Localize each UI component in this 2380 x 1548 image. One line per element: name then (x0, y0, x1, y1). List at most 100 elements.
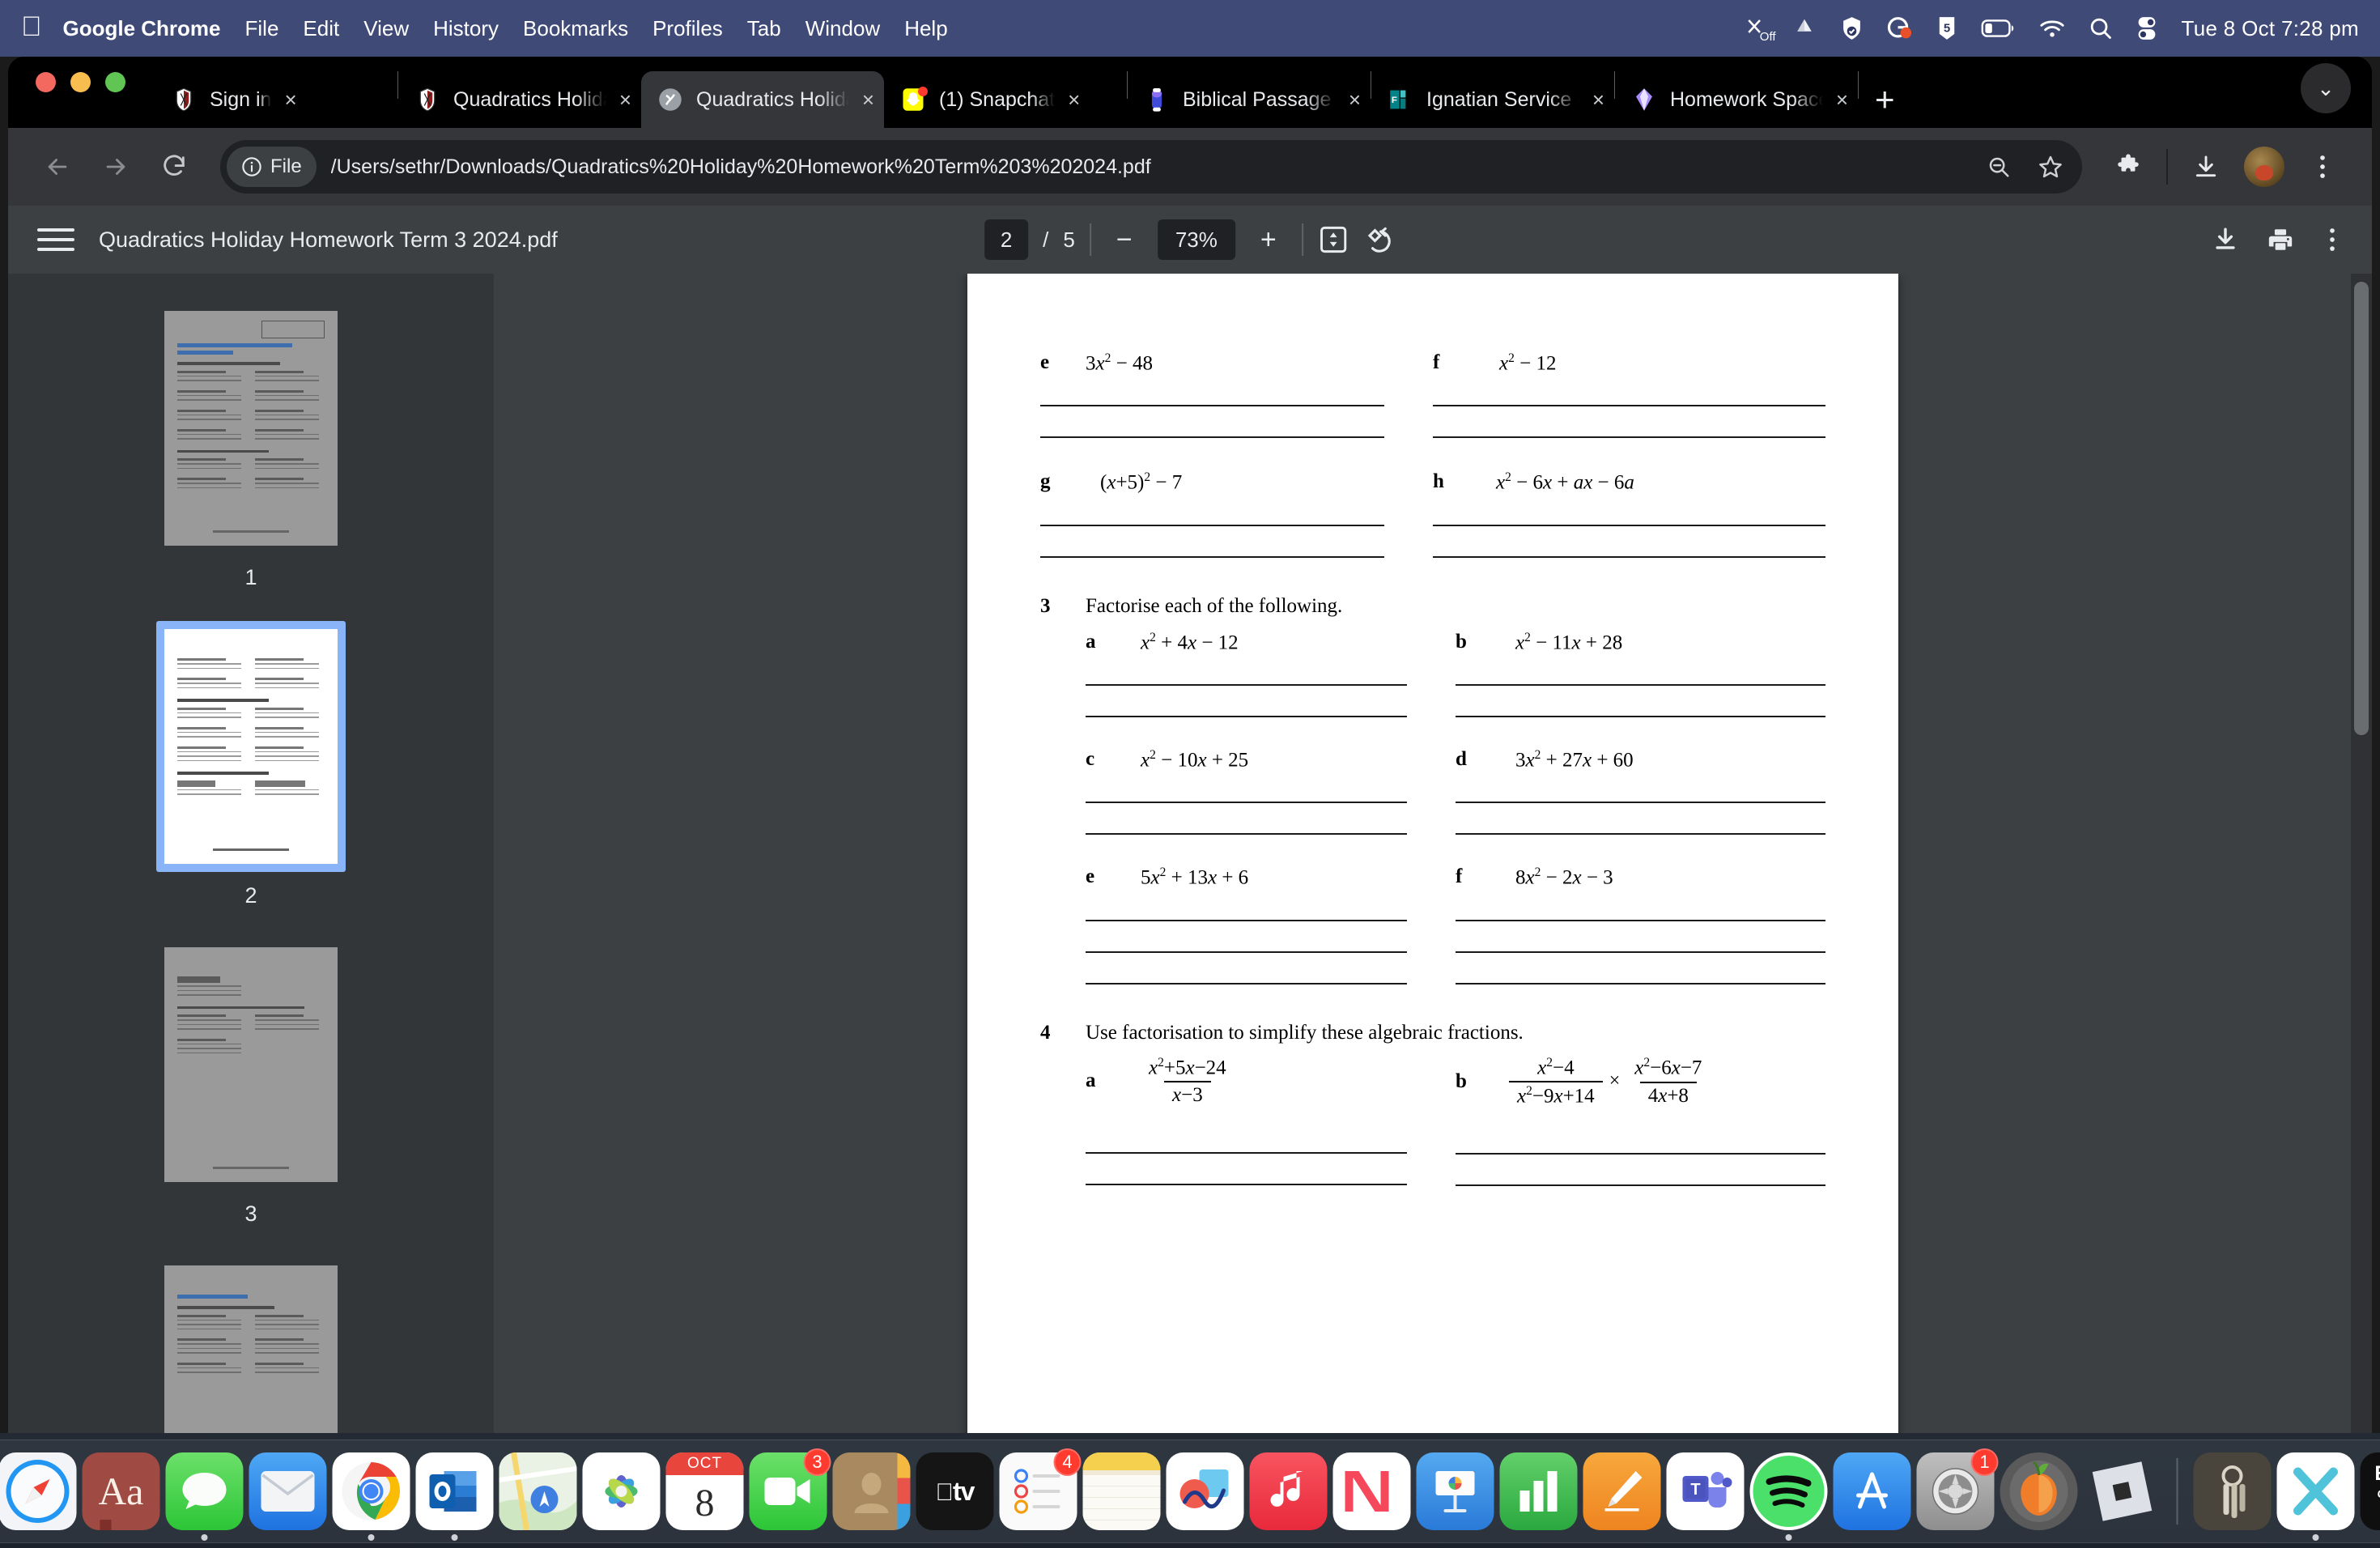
dock-item-keynote[interactable] (1416, 1452, 1494, 1530)
zoom-in-button[interactable]: + (1250, 226, 1287, 253)
dock-item-mail[interactable] (249, 1452, 327, 1530)
menu-history[interactable]: History (433, 16, 499, 41)
dock-item-xsplit[interactable] (2276, 1452, 2355, 1541)
answer-line[interactable] (1040, 555, 1384, 558)
print-icon[interactable] (2267, 226, 2294, 253)
menu-bookmarks[interactable]: Bookmarks (523, 16, 628, 41)
dock-item-chrome[interactable] (332, 1452, 410, 1541)
dock-item-calendar[interactable]: OCT 8 (665, 1452, 744, 1530)
tab-close-button[interactable]: × (862, 89, 874, 110)
menu-app-name[interactable]: Google Chrome (63, 16, 221, 41)
answer-line[interactable] (1086, 683, 1407, 686)
tab-ignatian-service[interactable]: F Ignatian Service - e × (1371, 71, 1614, 128)
answer-line[interactable] (1040, 436, 1384, 439)
tab-close-button[interactable]: × (284, 89, 296, 110)
dock-item-outlook[interactable] (415, 1452, 494, 1541)
menu-bar-clock[interactable]: Tue 8 Oct 7:28 pm (2182, 16, 2359, 41)
answer-line[interactable] (1456, 683, 1825, 686)
thumbnail-page-3[interactable]: 3 (156, 939, 346, 1227)
dock-item-epic-games[interactable]: EPIC GAMES (2360, 1452, 2380, 1530)
answer-line[interactable] (1086, 1151, 1407, 1154)
answer-line[interactable] (1040, 405, 1384, 407)
dock-item-apple-tv[interactable]: tv (916, 1452, 994, 1530)
dock-item-freeform[interactable] (1166, 1452, 1244, 1530)
tab-biblical-passage[interactable]: Biblical Passage An × (1128, 71, 1371, 128)
tab-quadratics-holiday-1[interactable]: Quadratics Holiday × (398, 71, 641, 128)
zoom-out-icon[interactable] (1975, 143, 2022, 190)
forward-arrow-icon[interactable] (91, 142, 141, 192)
zoom-level-display[interactable]: 73% (1157, 219, 1235, 260)
wifi-icon[interactable] (2039, 19, 2065, 38)
dock-item-app-store[interactable] (1833, 1452, 1911, 1530)
fit-to-page-icon[interactable] (1318, 224, 1349, 255)
dock-item-photos[interactable] (582, 1452, 661, 1530)
dock-item-numbers[interactable] (1499, 1452, 1578, 1530)
dock-item-messages[interactable] (165, 1452, 244, 1541)
answer-line[interactable] (1456, 1153, 1825, 1155)
answer-line[interactable] (1086, 1183, 1407, 1185)
apple-menu-icon[interactable]:  (21, 13, 42, 40)
menu-help[interactable]: Help (904, 16, 947, 41)
zoom-out-button[interactable]: − (1106, 226, 1143, 253)
tab-search-chevron-down-icon[interactable]: ⌄ (2301, 63, 2351, 113)
answer-line[interactable] (1456, 982, 1825, 985)
minimize-window-button[interactable] (70, 71, 91, 92)
answer-line[interactable] (1456, 1184, 1825, 1187)
screen-mirroring-off-icon[interactable]: Off (1744, 16, 1776, 44)
dock-item-maps[interactable] (499, 1452, 577, 1530)
extensions-puzzle-icon[interactable] (2103, 142, 2153, 192)
control-center-icon[interactable] (2136, 16, 2157, 40)
thumbnail-page-4[interactable]: 4 (156, 1257, 346, 1433)
dock-item-spotify[interactable] (1749, 1452, 1828, 1541)
sololearn-icon[interactable]: 5 (1937, 16, 1957, 40)
star-icon[interactable] (2027, 143, 2074, 190)
answer-line[interactable] (1433, 555, 1825, 558)
pdf-document-area[interactable]: e 3x2 − 48 f x2 − 12 g (x+5)2 − 7 h x2 −… (494, 274, 2372, 1433)
three-dot-menu-icon[interactable] (2297, 142, 2348, 192)
thumbnail-page-2[interactable]: 2 (156, 621, 346, 908)
answer-line[interactable] (1086, 833, 1407, 836)
tab-close-button[interactable]: × (1349, 89, 1361, 110)
tab-close-button[interactable]: × (1592, 89, 1604, 110)
answer-line[interactable] (1456, 715, 1825, 717)
answer-line[interactable] (1433, 405, 1825, 407)
tab-close-button[interactable]: × (619, 89, 631, 110)
tab-quadratics-holiday-2-active[interactable]: Quadratics Holiday × (641, 71, 884, 128)
download-icon[interactable] (2181, 142, 2231, 192)
answer-line[interactable] (1086, 982, 1407, 985)
dock-item-dictionary[interactable]: Aa (82, 1452, 160, 1530)
dock-item-system-settings[interactable]: 1 (1916, 1448, 1999, 1530)
spotlight-search-icon[interactable] (2089, 17, 2112, 40)
address-bar[interactable]: File /Users/sethr/Downloads/Quadratics%2… (220, 140, 2082, 194)
answer-line[interactable] (1086, 715, 1407, 717)
answer-line[interactable] (1456, 802, 1825, 804)
menu-edit[interactable]: Edit (303, 16, 339, 41)
maximize-window-button[interactable] (105, 71, 125, 92)
answer-line[interactable] (1456, 919, 1825, 921)
grammarly-icon[interactable] (1887, 16, 1913, 40)
tab-sign-in[interactable]: Sign in × (155, 71, 397, 128)
dock-item-roblox[interactable] (2084, 1452, 2161, 1530)
tab-close-button[interactable]: × (1836, 89, 1848, 110)
google-drive-icon[interactable] (1792, 17, 1817, 40)
menu-view[interactable]: View (363, 16, 409, 41)
tab-snapchat[interactable]: (1) Snapchat × (884, 71, 1127, 128)
pdf-scrollbar-track[interactable] (2351, 274, 2372, 1433)
answer-line[interactable] (1433, 524, 1825, 526)
dock-item-reminders[interactable]: 4 (999, 1448, 1082, 1530)
menu-profiles[interactable]: Profiles (652, 16, 723, 41)
menu-tab[interactable]: Tab (747, 16, 781, 41)
dock-item-contacts[interactable] (832, 1452, 911, 1530)
dock-item-music[interactable] (1249, 1452, 1328, 1530)
answer-line[interactable] (1040, 524, 1384, 526)
answer-line[interactable] (1086, 950, 1407, 953)
three-dot-menu-icon[interactable] (2322, 227, 2343, 253)
shield-check-icon[interactable] (1841, 16, 1863, 40)
dock-item-pages[interactable] (1583, 1452, 1661, 1530)
answer-line[interactable] (1433, 436, 1825, 439)
reload-icon[interactable] (149, 142, 199, 192)
battery-icon[interactable] (1981, 19, 2015, 38)
hamburger-menu-icon[interactable] (37, 228, 74, 251)
page-number-input[interactable]: 2 (984, 219, 1029, 260)
dock-item-keychain-access[interactable] (2193, 1452, 2272, 1530)
